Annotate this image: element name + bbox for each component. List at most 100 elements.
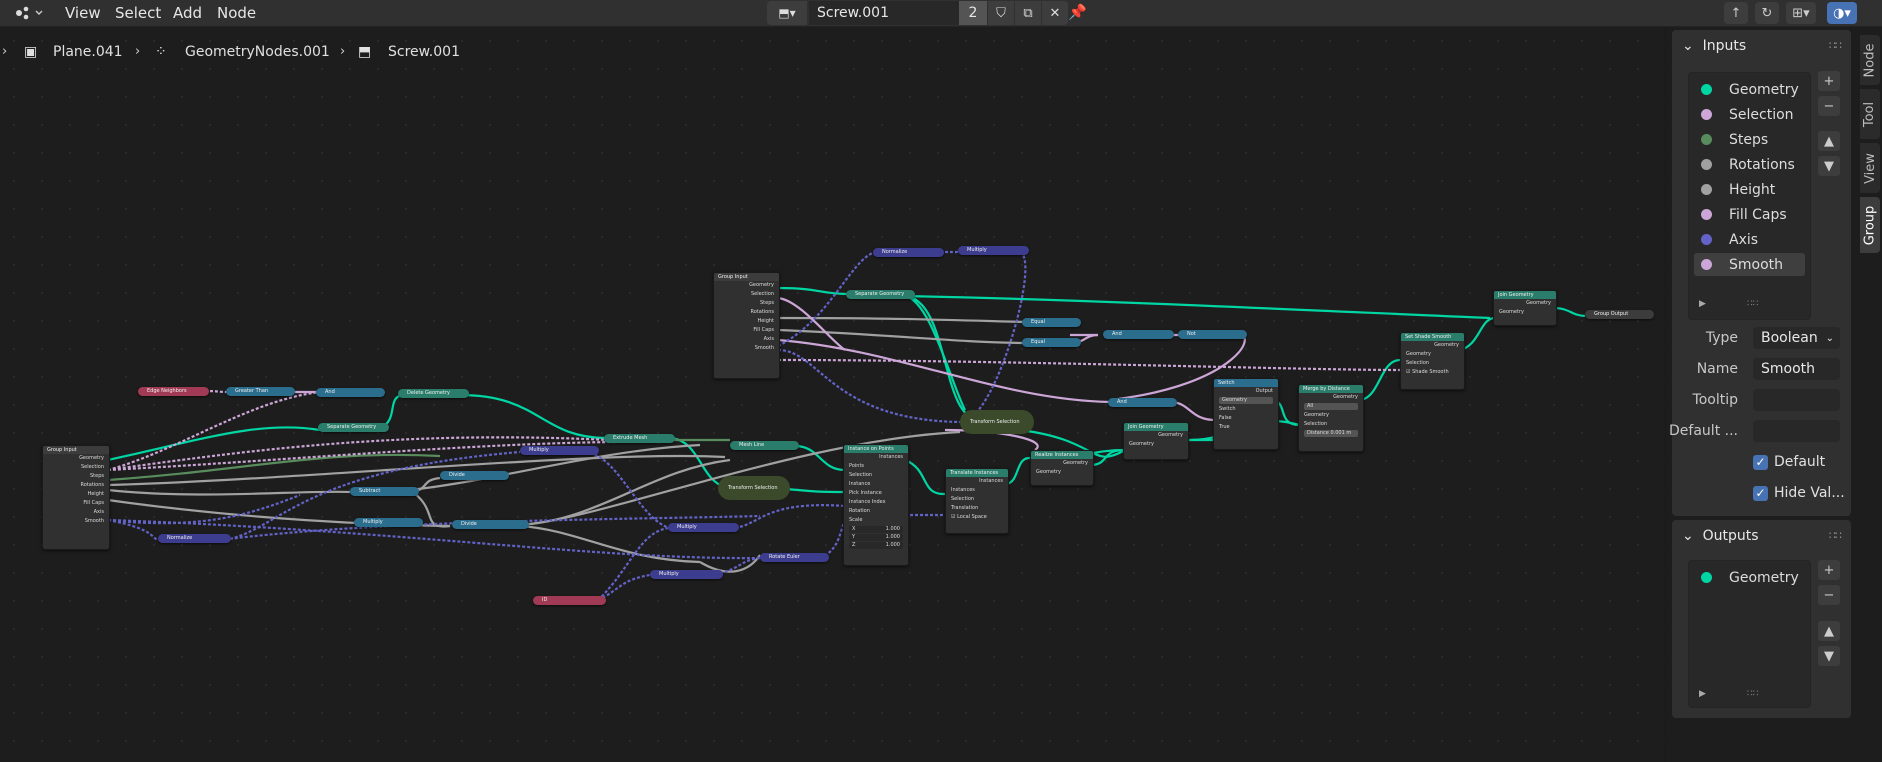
and-node[interactable]: And (316, 388, 385, 397)
scale-y-field[interactable]: Y 1.000 (849, 534, 903, 541)
add-input-button[interactable]: + (1818, 71, 1840, 91)
list-item[interactable]: Fill Caps (1694, 203, 1805, 226)
drag-handle-icon[interactable]: ∷∷ (1829, 529, 1842, 542)
distance-field[interactable]: Distance 0.001 m (1304, 430, 1358, 437)
move-down-button[interactable]: ▼ (1818, 646, 1840, 666)
separate-geometry-node[interactable]: Separate Geometry (318, 423, 389, 432)
realize-instances-node[interactable]: Realize Instances Geometry Geometry (1030, 450, 1094, 486)
translate-instances-node[interactable]: Translate Instances Instances Instances … (945, 468, 1009, 534)
local-space-checkbox[interactable]: ☑ Local Space (946, 513, 1008, 522)
socket-label: Steps (760, 300, 774, 306)
expand-triangle-icon[interactable]: ▶ (1699, 299, 1706, 309)
equal-node[interactable]: Equal (1022, 338, 1081, 347)
tab-tool[interactable]: Tool (1860, 89, 1880, 139)
and-node[interactable]: And (1108, 398, 1177, 407)
inputs-list[interactable]: Geometry Selection Steps Rotations Heigh… (1688, 72, 1811, 320)
multiply-node[interactable]: Multiply (354, 518, 423, 527)
socket-label: Instances (879, 454, 903, 460)
default-checkbox[interactable]: ✓ Default (1753, 453, 1825, 471)
scale-value: 1.000 (885, 534, 900, 540)
move-down-button[interactable]: ▼ (1818, 156, 1840, 176)
link (969, 250, 1027, 419)
snap-button[interactable]: ↻ (1755, 2, 1779, 24)
set-shade-smooth-node[interactable]: Set Shade Smooth Geometry Geometry Selec… (1400, 332, 1465, 390)
rotate-euler-node[interactable]: Rotate Euler (760, 553, 829, 562)
default-attribute-field[interactable] (1753, 420, 1840, 442)
remove-input-button[interactable]: − (1818, 96, 1840, 116)
group-input-node[interactable]: Group Input Geometry Selection Steps Rot… (713, 272, 780, 379)
outputs-panel-header[interactable]: ⌄ Outputs (1682, 528, 1759, 544)
merge-by-distance-node[interactable]: Merge by Distance Geometry All Geometry … (1298, 384, 1364, 452)
socket-label: Geometry (1158, 432, 1183, 438)
drag-handle-icon[interactable]: ∷∷ (1829, 39, 1842, 52)
link (777, 338, 1111, 404)
hide-value-checkbox[interactable]: ✓ Hide Val... (1753, 484, 1845, 502)
normalize-node[interactable]: Normalize (158, 534, 231, 543)
list-item[interactable]: Geometry (1694, 78, 1805, 101)
and-node[interactable]: And (1103, 330, 1174, 339)
tooltip-field[interactable] (1753, 389, 1840, 411)
mode-dropdown[interactable]: All (1304, 403, 1358, 410)
transform-selection-node[interactable]: Transform Selection (960, 410, 1034, 434)
parent-node-tree-button[interactable]: ↑ (1724, 2, 1748, 24)
list-item[interactable]: Smooth (1694, 253, 1805, 276)
list-item[interactable]: Rotations (1694, 153, 1805, 176)
add-output-button[interactable]: + (1818, 560, 1840, 580)
link (1459, 316, 1496, 352)
resize-grip-icon[interactable]: ∷∷ (1747, 689, 1758, 699)
equal-node[interactable]: Equal (1022, 318, 1081, 327)
move-up-button[interactable]: ▲ (1818, 621, 1840, 641)
join-geometry-node[interactable]: Join Geometry Geometry Geometry (1493, 290, 1557, 326)
multiply-node[interactable]: Multiply (668, 523, 739, 532)
multiply-node[interactable]: Multiply (958, 246, 1029, 255)
sidebar-tabs: Node Tool View Group (1858, 27, 1882, 762)
separate-geometry-node[interactable]: Separate Geometry (846, 290, 915, 299)
list-item[interactable]: Steps (1694, 128, 1805, 151)
greater-than-node[interactable]: Greater Than (226, 387, 295, 396)
expand-triangle-icon[interactable]: ▶ (1699, 689, 1706, 699)
list-item[interactable]: Selection (1694, 103, 1805, 126)
tab-view[interactable]: View (1860, 143, 1880, 193)
id-node[interactable]: ID (533, 596, 606, 605)
move-up-button[interactable]: ▲ (1818, 131, 1840, 151)
list-item[interactable]: Height (1694, 178, 1805, 201)
join-geometry-node[interactable]: Join Geometry Geometry Geometry (1123, 422, 1189, 460)
extrude-mesh-node[interactable]: Extrude Mesh (604, 434, 675, 443)
multiply-node[interactable]: Multiply (650, 570, 723, 579)
socket-label: Translation (951, 505, 979, 511)
tab-group[interactable]: Group (1860, 197, 1880, 253)
scale-x-field[interactable]: X 1.000 (849, 526, 903, 533)
mesh-line-node[interactable]: Mesh Line (730, 441, 799, 450)
group-output-node[interactable]: Group Output (1585, 310, 1654, 319)
instance-on-points-node[interactable]: Instance on Points Instances Points Sele… (843, 444, 909, 566)
normalize-node[interactable]: Normalize (873, 248, 944, 257)
tab-node[interactable]: Node (1860, 35, 1880, 85)
socket-label: Geometry (1499, 309, 1524, 315)
list-item[interactable]: Axis (1694, 228, 1805, 251)
edge-neighbors-node[interactable]: Edge Neighbors (138, 387, 209, 396)
delete-geometry-node[interactable]: Delete Geometry (398, 389, 469, 398)
list-item[interactable]: Geometry (1694, 566, 1805, 589)
type-dropdown[interactable]: Boolean ⌄ (1753, 327, 1840, 349)
panel-title: Outputs (1702, 528, 1759, 544)
remove-output-button[interactable]: − (1818, 585, 1840, 605)
divide-node[interactable]: Divide (452, 520, 529, 529)
inputs-panel-header[interactable]: ⌄ Inputs (1682, 38, 1746, 54)
link (904, 458, 946, 496)
outputs-list[interactable]: Geometry ▶ ∷∷ (1688, 560, 1811, 708)
group-input-node[interactable]: Group Input Geometry Selection Steps Rot… (42, 445, 110, 550)
switch-type-dropdown[interactable]: Geometry (1219, 397, 1273, 404)
not-node[interactable]: Not (1178, 330, 1247, 339)
snap-element-dropdown[interactable]: ⊞▾ (1786, 2, 1816, 24)
divide-node[interactable]: Divide (440, 471, 509, 480)
transform-selection-node[interactable]: Transform Selection (718, 476, 790, 500)
name-field[interactable]: Smooth (1753, 358, 1840, 380)
scale-z-field[interactable]: Z 1.000 (849, 542, 903, 549)
checkbox-label: Default (1774, 454, 1826, 470)
subtract-node[interactable]: Subtract (350, 487, 419, 496)
overlays-button[interactable]: ◑▾ (1827, 2, 1857, 24)
resize-grip-icon[interactable]: ∷∷ (1747, 299, 1758, 309)
switch-node[interactable]: Switch Output Geometry Switch False True (1213, 378, 1279, 450)
multiply-node[interactable]: Multiply (520, 446, 599, 455)
shade-smooth-checkbox[interactable]: ☑ Shade Smooth (1401, 368, 1464, 377)
